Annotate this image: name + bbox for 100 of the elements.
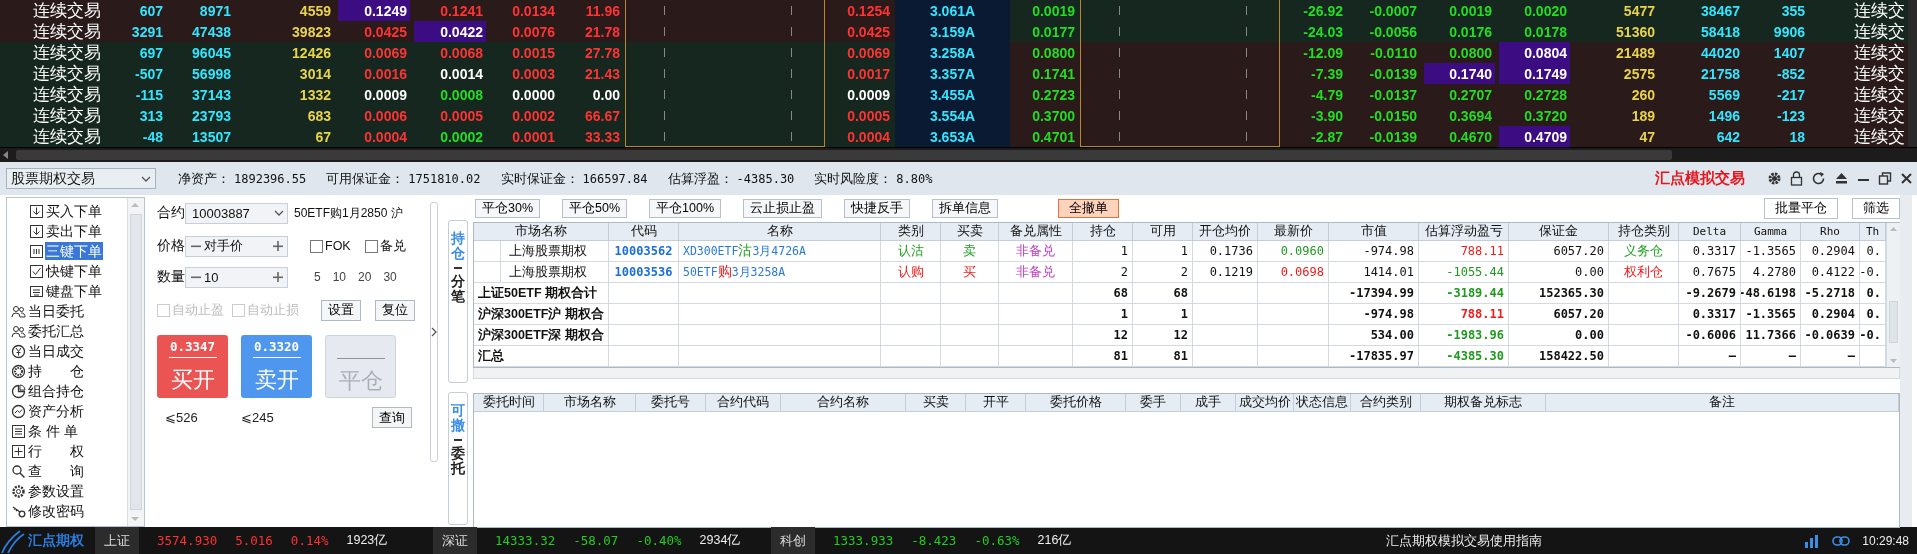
column-header[interactable]: 委托时间 [474,394,544,412]
column-header[interactable]: 可用 [1133,223,1193,241]
nav-item[interactable]: 修改密码 [7,501,127,521]
column-header[interactable]: 成交均价 [1236,394,1294,412]
column-header[interactable]: 备兑属性 [999,223,1073,241]
column-header[interactable]: 委托价格 [1026,394,1126,412]
column-header[interactable]: 开平 [966,394,1026,412]
plus-icon[interactable] [272,271,284,283]
column-header[interactable]: 估算浮动盈亏 [1419,223,1509,241]
column-header[interactable]: 代码 [609,223,679,241]
column-header[interactable]: 状态信息 [1294,394,1351,412]
column-header[interactable]: 市场名称 [544,394,636,412]
column-header[interactable]: 备注 [1546,394,1899,412]
column-header[interactable]: 市值 [1329,223,1419,241]
column-header[interactable]: 最新价 [1258,223,1329,241]
vertical-tab[interactable]: 可撤 [451,403,465,434]
index-tab[interactable]: 上证 [95,527,139,554]
column-header[interactable]: Delta [1679,223,1741,241]
column-header[interactable]: 合约名称 [781,394,906,412]
eject-icon[interactable] [1834,171,1849,186]
column-header[interactable]: 期权备兑标志 [1421,394,1546,412]
index-tab[interactable]: 深证 [433,527,477,554]
column-header[interactable]: 成手 [1181,394,1236,412]
nav-item[interactable]: 资产分析 [7,401,127,421]
link-icon[interactable] [1832,534,1851,547]
vertical-tab[interactable]: 分笔 [451,273,465,305]
checkbox[interactable]: FOK [310,239,351,253]
column-header[interactable]: 保证金 [1509,223,1609,241]
table-cell: -5.2718 [1801,283,1860,304]
nav-item[interactable]: 组合持仓 [7,381,127,401]
bar-chart-icon[interactable] [1804,533,1821,548]
toolbar-button[interactable]: 全撤单 [1058,199,1120,218]
collapse-handle[interactable] [430,202,438,462]
scrollbar[interactable] [1908,0,1917,147]
refresh-icon[interactable] [1811,171,1826,186]
scrollbar[interactable] [0,148,1917,162]
column-header[interactable]: Gamma [1741,223,1801,241]
column-header[interactable]: 委托号 [636,394,706,412]
nav-item[interactable]: 查 询 [7,461,127,481]
restore-icon[interactable] [1878,171,1892,186]
checkbox[interactable]: 备兑 [364,237,406,255]
column-header[interactable]: 类别 [881,223,941,241]
vertical-tab[interactable]: 委托 [451,445,465,477]
toolbar-button[interactable]: 批量平仓 [1764,198,1838,219]
nav-item[interactable]: 当日成交 [7,341,127,361]
quantity-preset[interactable]: 20 [358,270,372,284]
nav-item[interactable]: 当日委托 [7,301,127,321]
settings-icon[interactable] [1767,171,1782,186]
column-header[interactable]: 持仓类别 [1609,223,1679,241]
scrollbar-thumb[interactable] [1889,301,1898,343]
column-header[interactable]: Rho [1801,223,1860,241]
option-button[interactable]: 复位 [375,299,415,321]
scrollbar-thumb[interactable] [16,150,1672,160]
account-dropdown[interactable]: 股票期权交易 [6,168,156,189]
guide-link[interactable]: 汇点期权模拟交易使用指南 [1386,531,1542,550]
quantity-preset[interactable]: 30 [383,270,397,284]
toolbar-button[interactable]: 平仓50% [562,199,628,218]
quantity-preset[interactable]: 5 [314,270,321,284]
scrollbar[interactable] [127,198,144,526]
option-button[interactable]: 设置 [321,299,361,321]
nav-item[interactable]: 条 件 单 [7,421,127,441]
toolbar-button[interactable]: 拆单信息 [932,199,999,218]
lock-icon[interactable] [1790,171,1803,186]
column-header[interactable]: 买卖 [906,394,966,412]
plus-icon[interactable] [272,240,284,252]
scrollbar[interactable] [1886,223,1900,367]
number-spinner[interactable]: 10 [185,266,288,288]
toolbar-button[interactable]: 云止损止盈 [743,199,823,218]
buy-button[interactable]: 0.3347 买开 [157,335,228,398]
scrollbar-thumb[interactable] [130,214,142,510]
nav-item[interactable]: 持 仓 [7,361,127,381]
column-header[interactable]: 名称 [679,223,881,241]
contract-combo[interactable]: 10003887 [185,202,288,224]
column-header[interactable]: Th [1860,223,1886,241]
toolbar-button[interactable]: 平仓30% [475,199,541,218]
scrollbar[interactable] [473,368,1900,379]
quantity-preset[interactable]: 10 [332,270,347,284]
column-header[interactable]: 买卖 [941,223,999,241]
toolbar-button[interactable]: 筛选 [1852,198,1900,219]
nav-item[interactable]: 委托汇总 [7,321,127,341]
column-header[interactable]: 开仓均价 [1193,223,1258,241]
scrollbar[interactable] [1900,195,1912,527]
number-spinner[interactable]: 对手价 [185,235,288,257]
column-header[interactable]: 持仓 [1073,223,1133,241]
column-header[interactable]: 市场名称 [474,223,609,241]
nav-item[interactable]: 键盘下单 [7,281,127,301]
column-header[interactable]: 合约类别 [1351,394,1421,412]
nav-item[interactable]: 快键下单 [7,261,127,281]
query-button[interactable]: 查询 [372,407,412,428]
nav-item[interactable]: 卖出下单 [7,221,127,241]
close-icon[interactable] [1900,171,1913,186]
toolbar-button[interactable]: 平仓100% [649,199,722,218]
column-header[interactable]: 合约代码 [706,394,781,412]
nav-item[interactable]: 行 权 [7,441,127,461]
index-tab[interactable]: 科创 [771,527,815,554]
toolbar-button[interactable]: 快捷反手 [844,199,911,218]
nav-item[interactable]: 参数设置 [7,481,127,501]
column-header[interactable]: 委手 [1126,394,1181,412]
nav-item[interactable]: 买入下单 [7,201,127,221]
nav-item[interactable]: 三键下单 [7,241,127,261]
